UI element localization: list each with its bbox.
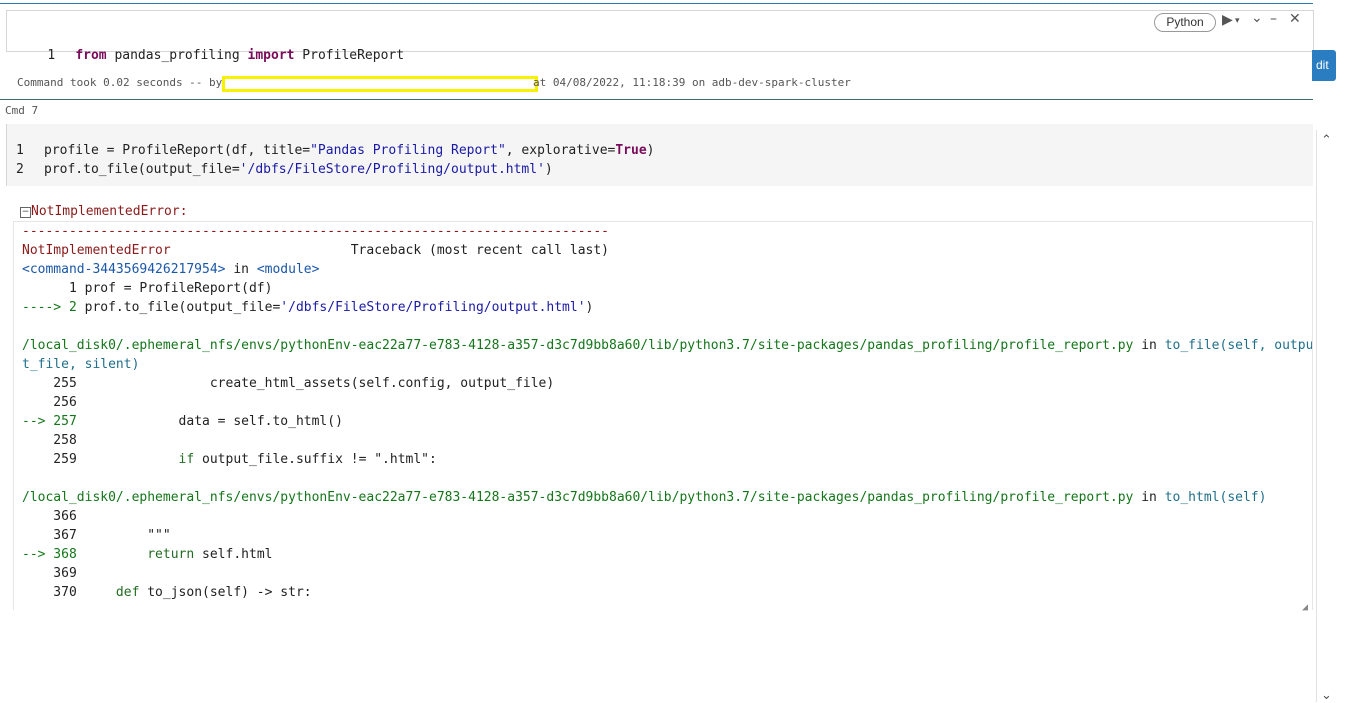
tb-line-256: 256 — [22, 395, 77, 410]
resize-handle-icon[interactable]: ◢ — [1302, 602, 1308, 613]
command-took-suffix: at 04/08/2022, 11:18:39 on adb-dev-spark… — [533, 76, 851, 89]
edit-button[interactable]: dit — [1312, 50, 1336, 81]
tb-code: output_file.suffix != ".html": — [194, 452, 437, 467]
exception-name: NotImplementedError — [22, 243, 171, 258]
code-cell-profile[interactable]: 1 profile = ProfileReport(df, title="Pand… — [6, 124, 1313, 186]
tb-line-367: 367 — [22, 528, 148, 543]
tb-line-258: 258 — [22, 433, 77, 448]
command-ref: <command-3443569426217954> — [22, 262, 226, 277]
tb-code: prof.to_file(output_file= — [84, 300, 281, 315]
code-text: , explorative= — [505, 143, 616, 158]
tb-arrow: --> 368 — [22, 547, 148, 562]
error-title: NotImplementedError: — [31, 204, 188, 219]
dropdown-icon[interactable]: ▾ — [1235, 16, 1240, 26]
code-text: prof.to_file(output_file= — [44, 162, 240, 177]
tb-string: '/dbfs/FileStore/Profiling/output.html' — [280, 300, 586, 315]
code-line-1: 1 profile = ProfileReport(df, title="Pand… — [16, 141, 655, 160]
minimize-icon[interactable]: – — [1270, 11, 1277, 27]
tb-line-255: 255 create_html_assets(self.config, outp… — [22, 376, 555, 391]
collapse-icon[interactable]: − — [20, 207, 31, 218]
code-text: ) — [544, 162, 553, 177]
tb-line-257: data = self.to_html() — [178, 414, 343, 429]
in-text: in — [225, 262, 257, 277]
tb-line-1: 1 prof = ProfileReport(df) — [22, 281, 273, 296]
tb-line-370: 370 — [22, 585, 116, 600]
line-number: 2 — [16, 162, 24, 177]
tb-arrow: --> 257 — [22, 414, 179, 429]
file-path: /local_disk0/.ephemeral_nfs/envs/pythonE… — [22, 490, 1134, 505]
tb-code: self.html — [194, 547, 273, 562]
cmd-label: Cmd 7 — [5, 104, 39, 117]
tb-line-259: 259 — [22, 452, 179, 467]
keyword-from: from — [75, 48, 107, 63]
tb-code: ) — [585, 300, 594, 315]
redaction-box — [222, 76, 538, 92]
keyword-import: import — [247, 48, 295, 63]
top-border — [0, 0, 1313, 4]
run-icon[interactable]: ▶ — [1222, 12, 1233, 28]
error-output[interactable]: ----------------------------------------… — [13, 221, 1313, 610]
traceback-divider: ----------------------------------------… — [22, 224, 609, 239]
traceback-label: Traceback (most recent call last) — [170, 243, 610, 258]
tb-code: to_json(self) -> str: — [139, 585, 312, 600]
code-line-2: 2 prof.to_file(output_file='/dbfs/FileSto… — [16, 160, 553, 179]
code-cell-import[interactable]: 1 from pandas_profiling import ProfileRep… — [6, 10, 1314, 63]
tb-line-366: 366 — [22, 509, 77, 524]
scrollbar[interactable] — [1316, 130, 1337, 702]
function-ref: to_html(self) — [1164, 490, 1267, 505]
line-number: 1 — [16, 143, 24, 158]
keyword-if: if — [178, 452, 195, 467]
cell-separator — [0, 99, 1313, 100]
module-name: pandas_profiling — [106, 48, 248, 63]
string-literal: '/dbfs/FileStore/Profiling/output.html' — [239, 162, 545, 177]
in-text: in — [1133, 490, 1165, 505]
keyword-true: True — [615, 143, 647, 158]
keyword-def: def — [115, 585, 140, 600]
traceback-text: ----------------------------------------… — [22, 222, 1313, 602]
tb-line-369: 369 — [22, 566, 77, 581]
in-text: in — [1133, 338, 1165, 353]
module-ref: <module> — [256, 262, 320, 277]
scroll-down-icon[interactable]: ⌄ — [1321, 688, 1332, 703]
keyword-return: return — [147, 547, 195, 562]
string-literal: "Pandas Profiling Report" — [310, 143, 506, 158]
tb-arrow: ----> 2 — [22, 300, 85, 315]
function-ref-cont: t_file, silent) — [22, 357, 140, 372]
class-name: ProfileReport — [294, 48, 405, 63]
line-number: 1 — [47, 48, 56, 63]
code-text: ) — [646, 143, 655, 158]
scroll-up-icon[interactable]: ⌃ — [1321, 133, 1332, 148]
error-header[interactable]: − NotImplementedError: — [20, 204, 188, 219]
function-ref: to_file(self, outpu — [1164, 338, 1313, 353]
command-took-prefix: Command took 0.02 seconds -- by — [17, 76, 223, 89]
chevron-down-icon[interactable]: ⌄ — [1251, 10, 1263, 26]
language-badge[interactable]: Python — [1154, 13, 1216, 32]
code-text: profile = ProfileReport(df, title= — [44, 143, 311, 158]
file-path: /local_disk0/.ephemeral_nfs/envs/pythonE… — [22, 338, 1134, 353]
docstring-end: """ — [147, 528, 171, 543]
close-icon[interactable]: ✕ — [1289, 11, 1301, 27]
